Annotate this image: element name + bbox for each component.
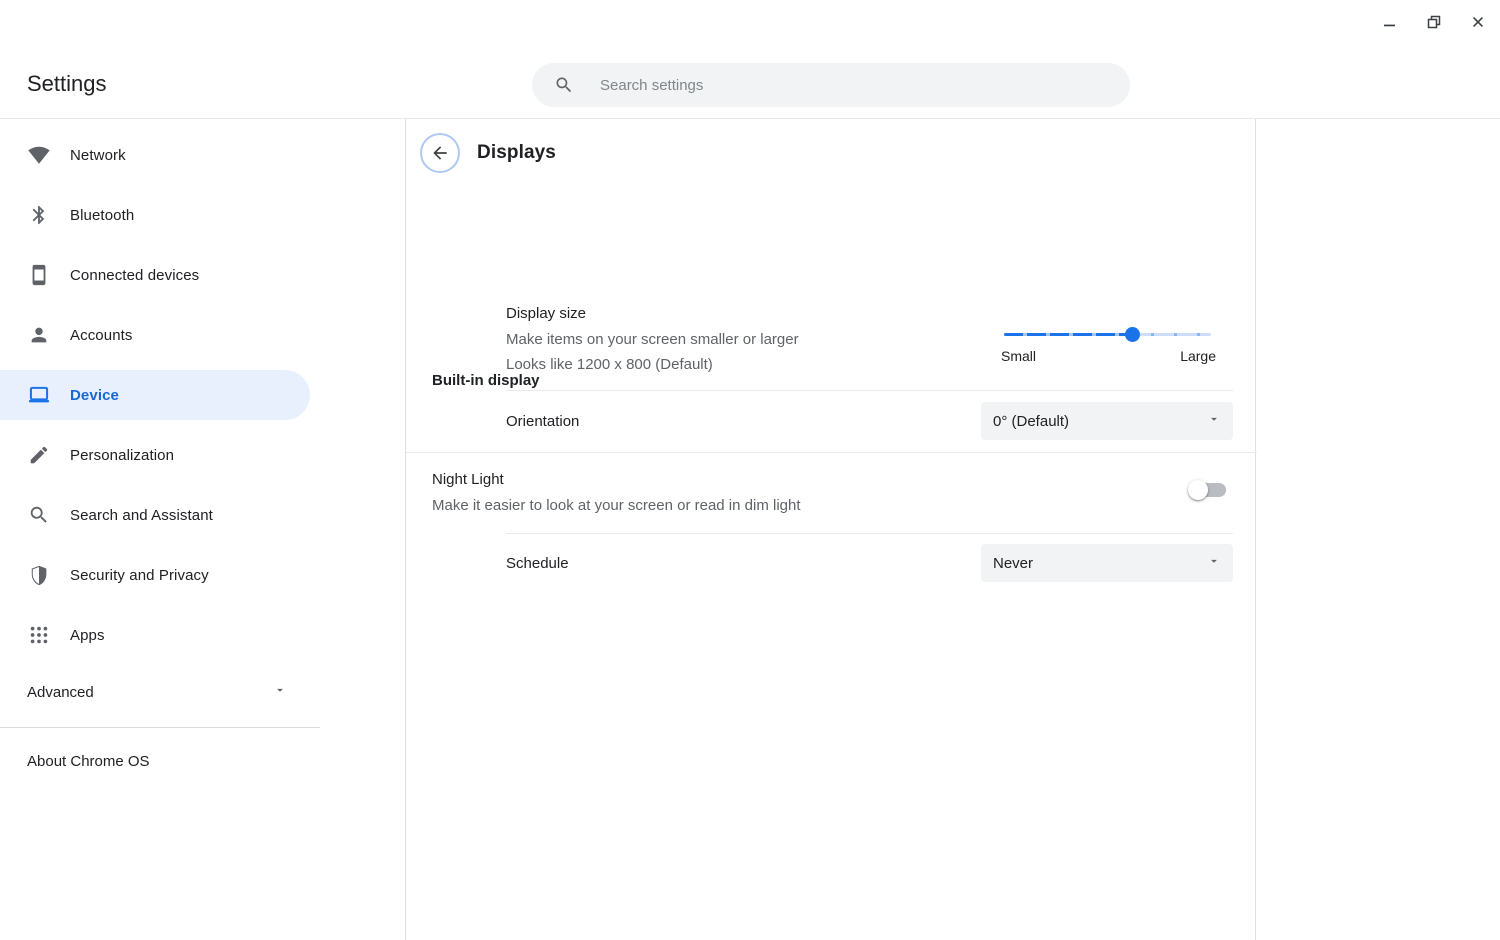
advanced-label: Advanced xyxy=(27,684,94,701)
night-light-description: Make it easier to look at your screen or… xyxy=(432,497,801,514)
schedule-select[interactable]: Never xyxy=(981,544,1233,582)
orientation-value: 0° (Default) xyxy=(993,413,1069,430)
sidebar-item-label: Device xyxy=(70,387,119,404)
sidebar-item-device[interactable]: Device xyxy=(0,370,310,420)
minimize-icon xyxy=(1382,14,1398,30)
wifi-icon xyxy=(27,143,51,167)
orientation-select[interactable]: 0° (Default) xyxy=(981,402,1233,440)
chevron-down-icon xyxy=(273,683,287,702)
sidebar-nav: Network Bluetooth Connected devices Acco… xyxy=(0,125,405,665)
settings-window: Settings Network Bluetooth Connected dev… xyxy=(0,0,1500,940)
apps-grid-icon xyxy=(27,623,51,647)
sidebar-item-bluetooth[interactable]: Bluetooth xyxy=(0,185,405,245)
page-title: Displays xyxy=(477,142,556,164)
search-icon xyxy=(554,75,574,95)
sidebar-item-apps[interactable]: Apps xyxy=(0,605,405,665)
sidebar-item-label: Personalization xyxy=(70,447,174,464)
bluetooth-icon xyxy=(27,203,51,227)
night-light-label: Night Light xyxy=(432,471,504,488)
sidebar-item-accounts[interactable]: Accounts xyxy=(0,305,405,365)
sidebar-advanced-toggle[interactable]: Advanced xyxy=(0,669,320,715)
section-divider xyxy=(406,452,1257,453)
search-input[interactable] xyxy=(600,77,1114,94)
minimize-button[interactable] xyxy=(1376,8,1404,36)
smartphone-icon xyxy=(27,263,51,287)
row-divider xyxy=(506,533,1233,534)
sidebar-item-personalization[interactable]: Personalization xyxy=(0,425,405,485)
slider-labels: Small Large xyxy=(1001,348,1216,364)
sidebar-item-label: Network xyxy=(70,147,126,164)
toggle-knob xyxy=(1188,480,1208,500)
search-bar[interactable] xyxy=(532,63,1130,107)
restore-button[interactable] xyxy=(1420,8,1448,36)
shield-icon xyxy=(27,563,51,587)
schedule-label: Schedule xyxy=(506,555,569,572)
sidebar-item-search-assistant[interactable]: Search and Assistant xyxy=(0,485,405,545)
app-title: Settings xyxy=(27,71,107,97)
arrow-back-icon xyxy=(430,143,450,163)
close-icon xyxy=(1470,14,1486,30)
pen-icon xyxy=(27,443,51,467)
sidebar-item-label: Bluetooth xyxy=(70,207,134,224)
back-button[interactable] xyxy=(420,133,460,173)
page-header: Displays xyxy=(420,133,556,173)
laptop-icon xyxy=(27,383,51,407)
night-light-toggle[interactable] xyxy=(1190,483,1226,497)
window-controls xyxy=(1376,8,1492,36)
display-size-description: Make items on your screen smaller or lar… xyxy=(506,331,799,348)
about-label: About Chrome OS xyxy=(27,753,150,770)
person-icon xyxy=(27,323,51,347)
slider-min-label: Small xyxy=(1001,348,1036,364)
sidebar-divider xyxy=(0,727,320,728)
slider-track-inactive xyxy=(1132,333,1211,336)
slider-max-label: Large xyxy=(1180,348,1216,364)
dropdown-caret-icon xyxy=(1207,554,1221,573)
orientation-label: Orientation xyxy=(506,413,579,430)
sidebar-item-label: Security and Privacy xyxy=(70,567,209,584)
sidebar-item-label: Search and Assistant xyxy=(70,507,213,524)
restore-icon xyxy=(1426,14,1442,30)
display-size-resolution: Looks like 1200 x 800 (Default) xyxy=(506,356,713,373)
dropdown-caret-icon xyxy=(1207,412,1221,431)
sidebar-item-security-privacy[interactable]: Security and Privacy xyxy=(0,545,405,605)
sidebar-item-label: Accounts xyxy=(70,327,133,344)
section-heading: Built-in display xyxy=(432,372,540,389)
sidebar-item-label: Connected devices xyxy=(70,267,199,284)
display-size-label: Display size xyxy=(506,305,586,322)
sidebar-item-connected-devices[interactable]: Connected devices xyxy=(0,245,405,305)
close-button[interactable] xyxy=(1464,8,1492,36)
sidebar-item-about-chrome-os[interactable]: About Chrome OS xyxy=(0,738,320,784)
displays-page: Displays Built-in display Display size M… xyxy=(405,119,1256,940)
display-size-slider[interactable] xyxy=(1004,323,1211,347)
sidebar-item-label: Apps xyxy=(70,627,105,644)
slider-thumb[interactable] xyxy=(1125,327,1140,342)
schedule-value: Never xyxy=(993,555,1033,572)
row-divider xyxy=(506,390,1233,391)
sidebar-item-network[interactable]: Network xyxy=(0,125,405,185)
magnifier-icon xyxy=(27,503,51,527)
slider-track-active xyxy=(1004,333,1132,336)
